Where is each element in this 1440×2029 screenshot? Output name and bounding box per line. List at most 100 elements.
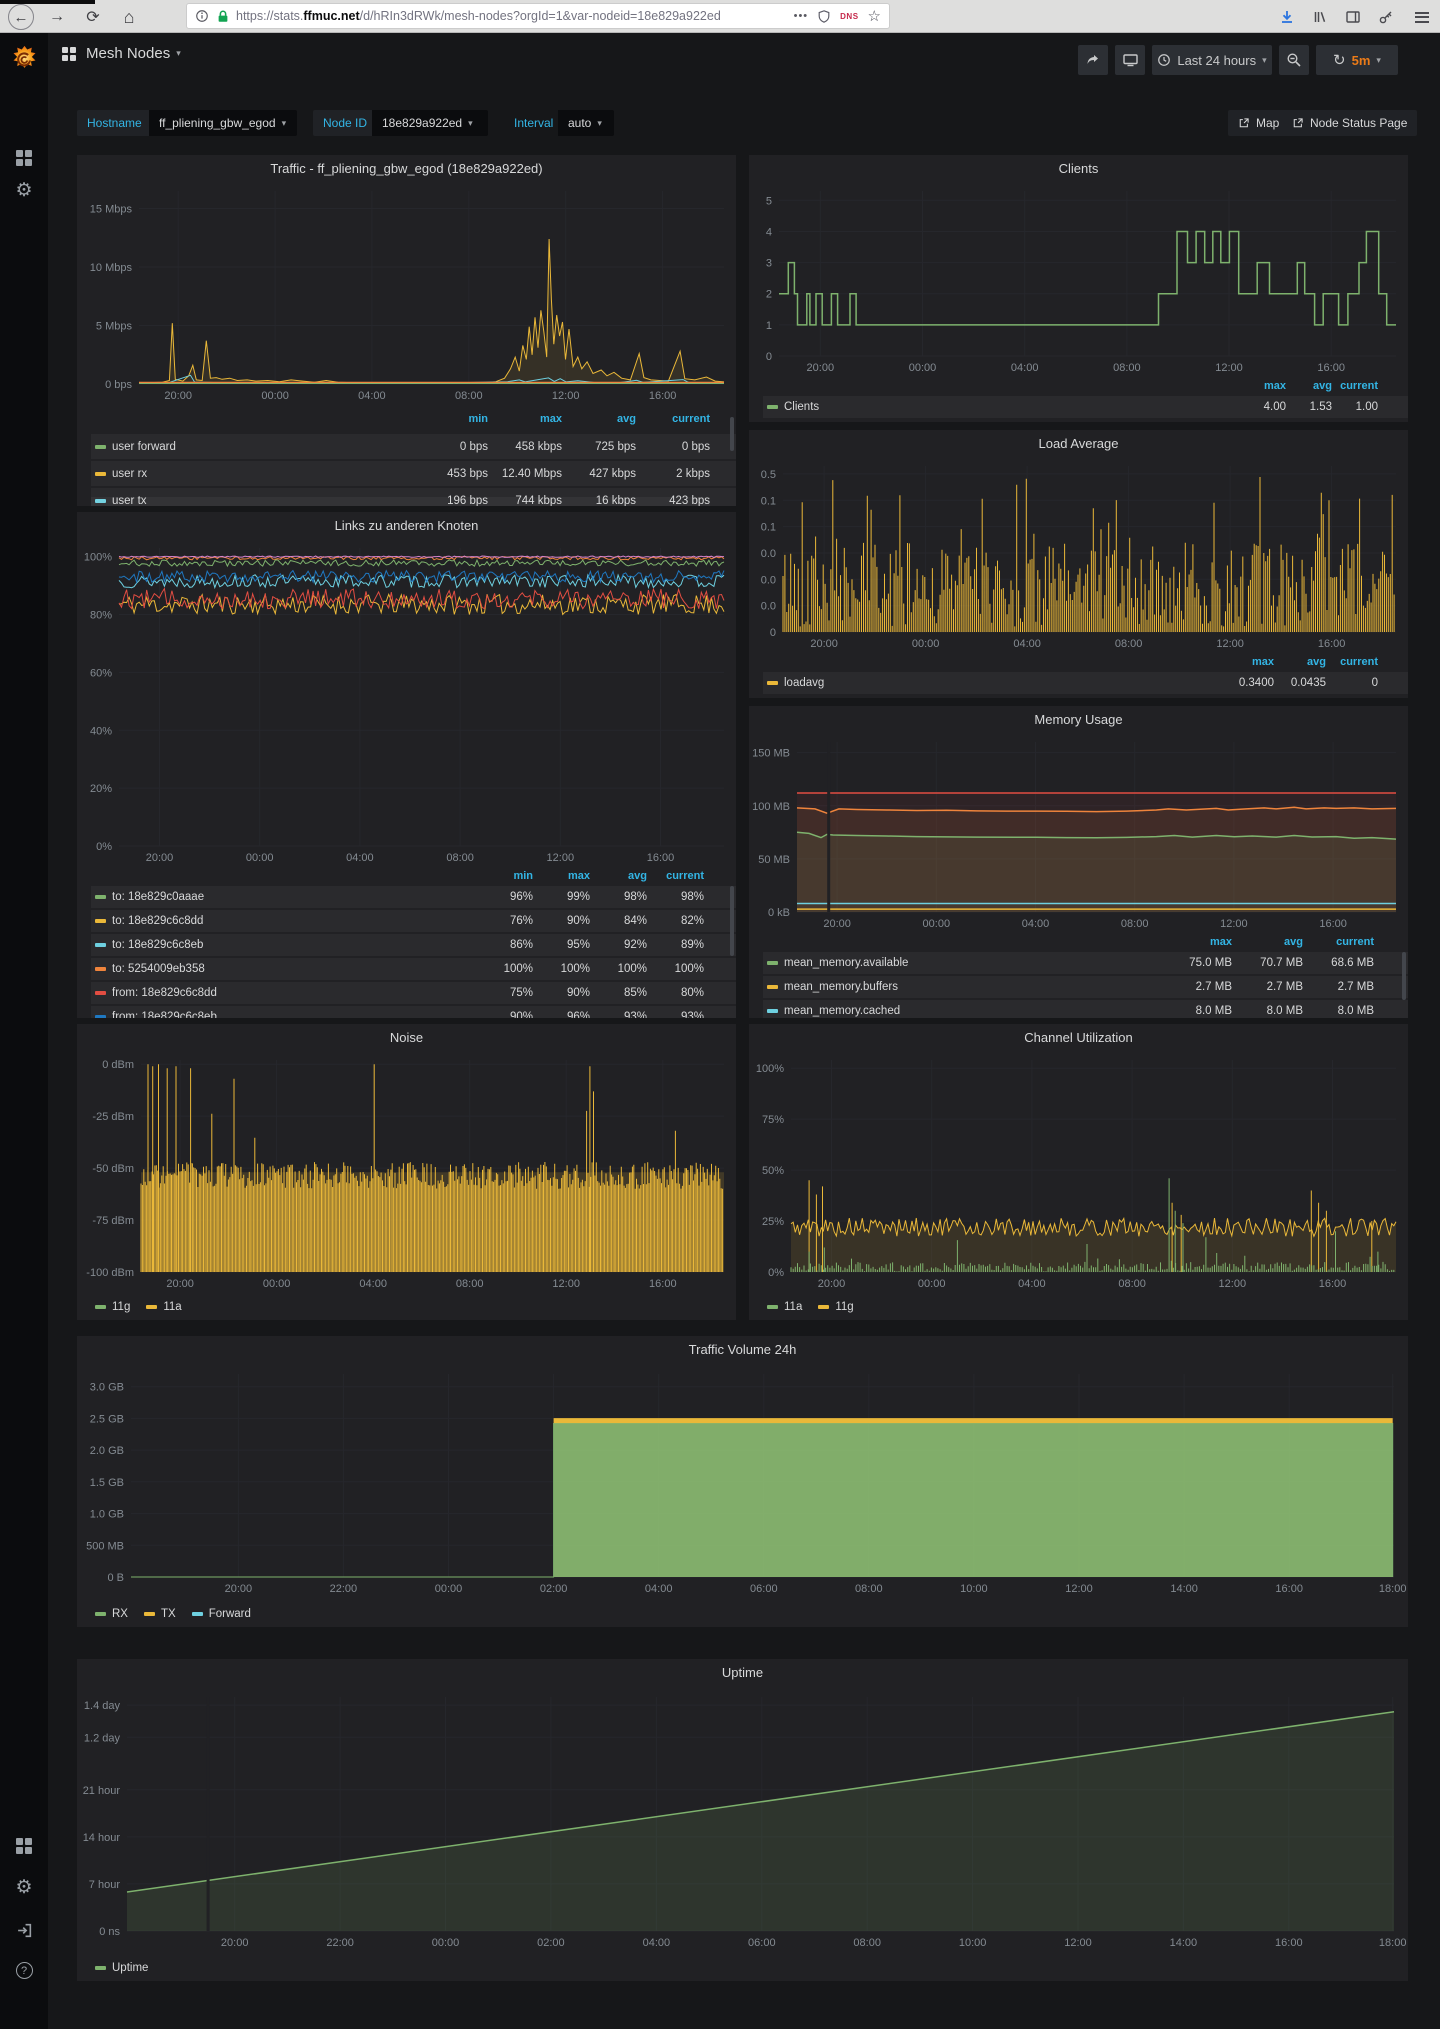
- legend-item-uptime[interactable]: Uptime: [91, 1962, 148, 1974]
- bookmark-star-icon[interactable]: ☆: [868, 7, 881, 25]
- back-button[interactable]: ←: [8, 4, 34, 30]
- var-interval-value-text: auto: [568, 116, 591, 130]
- svg-text:10 Mbps: 10 Mbps: [90, 262, 133, 274]
- var-hostname-value-text: ff_pliening_gbw_egod: [159, 116, 276, 130]
- var-nodeid-label: Node ID: [313, 110, 377, 136]
- var-hostname-value[interactable]: ff_pliening_gbw_egod▾: [149, 110, 297, 136]
- legend-scrollbar[interactable]: [730, 886, 734, 956]
- svg-text:12:00: 12:00: [1219, 1278, 1247, 1290]
- legend-row-clients[interactable]: Clients4.001.531.00: [763, 396, 1408, 418]
- clients-chart[interactable]: 54321020:0000:0004:0008:0012:0016:00: [749, 181, 1408, 378]
- legend-row-to-18e829c0aaae[interactable]: to: 18e829c0aaae96%99%98%98%: [91, 886, 736, 908]
- dns-badge[interactable]: DNS: [840, 12, 858, 21]
- grafana-logo[interactable]: [0, 44, 48, 77]
- legend-row-to-18e829c6c8eb[interactable]: to: 18e829c6c8eb86%95%92%89%: [91, 934, 736, 956]
- menu-hamburger-icon[interactable]: [1409, 4, 1435, 30]
- refresh-button[interactable]: ↻ 5m ▾: [1316, 45, 1398, 75]
- legend-row-user-forward[interactable]: user forward0 bps458 kbps725 bps0 bps: [91, 434, 736, 459]
- legend-item-11a[interactable]: 11a: [763, 1301, 802, 1313]
- var-nodeid-value[interactable]: 18e829a922ed▾: [372, 110, 488, 136]
- sidebar-panel-icon[interactable]: [1340, 4, 1366, 30]
- uptime-chart[interactable]: 1.4 day1.2 day21 hour14 hour7 hour0 ns20…: [77, 1685, 1408, 1955]
- legend-row-from-18e829c6c8eb[interactable]: from: 18e829c6c8eb90%96%93%93%: [91, 1006, 736, 1018]
- zoom-out-button[interactable]: [1279, 45, 1309, 75]
- panel-memory: Memory Usage 150 MB100 MB50 MB0 kB20:000…: [749, 706, 1408, 1018]
- var-interval-label: Interval: [504, 110, 563, 136]
- share-button[interactable]: [1078, 45, 1108, 75]
- legend-item-tx[interactable]: TX: [140, 1608, 176, 1620]
- legend-item-11g[interactable]: 11g: [91, 1301, 130, 1313]
- page-actions-icon[interactable]: •••: [794, 10, 809, 22]
- key-icon[interactable]: [1373, 4, 1399, 30]
- forward-button[interactable]: →: [44, 4, 70, 30]
- svg-text:50%: 50%: [762, 1165, 784, 1177]
- legend-row-mean-memory-available[interactable]: mean_memory.available75.0 MB70.7 MB68.6 …: [763, 952, 1408, 974]
- svg-text:0%: 0%: [96, 841, 112, 853]
- links-chart[interactable]: 100%80%60%40%20%0%20:0000:0004:0008:0012…: [77, 538, 736, 868]
- volume-chart[interactable]: 3.0 GB2.5 GB2.0 GB1.5 GB1.0 GB500 MB0 B2…: [77, 1362, 1408, 1601]
- legend-item-rx[interactable]: RX: [91, 1608, 128, 1620]
- legend-item-11a[interactable]: 11a: [142, 1301, 181, 1313]
- download-icon[interactable]: [1274, 4, 1300, 30]
- memory-chart[interactable]: 150 MB100 MB50 MB0 kB20:0000:0004:0008:0…: [749, 732, 1408, 934]
- series-color-swatch: [144, 1612, 155, 1616]
- panel-title-noise[interactable]: Noise: [77, 1024, 736, 1050]
- settings-gear-icon[interactable]: ⚙: [0, 181, 48, 200]
- svg-text:08:00: 08:00: [1121, 918, 1149, 930]
- help-icon[interactable]: ?: [0, 1962, 48, 1979]
- panel-title-traffic[interactable]: Traffic - ff_pliening_gbw_egod (18e829a9…: [77, 155, 736, 181]
- traffic-chart[interactable]: 15 Mbps10 Mbps5 Mbps0 bps20:0000:0004:00…: [77, 181, 736, 406]
- node-status-page-button[interactable]: Node Status Page: [1282, 110, 1417, 136]
- legend-item-11g[interactable]: 11g: [814, 1301, 853, 1313]
- svg-text:0 bps: 0 bps: [105, 379, 132, 391]
- channel-chart[interactable]: 100%75%50%25%0%20:0000:0004:0008:0012:00…: [749, 1050, 1408, 1294]
- svg-text:02:00: 02:00: [537, 1937, 565, 1949]
- svg-text:5: 5: [766, 195, 772, 207]
- series-color-swatch: [95, 1015, 106, 1018]
- svg-text:20:00: 20:00: [823, 918, 851, 930]
- panel-title-volume[interactable]: Traffic Volume 24h: [77, 1336, 1408, 1362]
- grafana-sidebar: ⚙ ⚙ ?: [0, 33, 48, 2029]
- panel-title-clients[interactable]: Clients: [749, 155, 1408, 181]
- legend-scrollbar[interactable]: [1402, 952, 1406, 1000]
- svg-text:06:00: 06:00: [748, 1937, 776, 1949]
- chevron-down-icon: ▾: [1262, 55, 1267, 66]
- svg-text:22:00: 22:00: [330, 1583, 358, 1595]
- noise-chart[interactable]: 0 dBm-25 dBm-50 dBm-75 dBm-100 dBm20:000…: [77, 1050, 736, 1294]
- home-button[interactable]: ⌂: [116, 4, 142, 30]
- svg-text:16:00: 16:00: [1275, 1583, 1303, 1595]
- legend-row-to-18e829c6c8dd[interactable]: to: 18e829c6c8dd76%90%84%82%: [91, 910, 736, 932]
- legend-row-loadavg[interactable]: loadavg0.34000.04350: [763, 672, 1408, 694]
- legend-item-forward[interactable]: Forward: [188, 1608, 251, 1620]
- info-icon[interactable]: [195, 9, 209, 23]
- tv-mode-button[interactable]: [1115, 45, 1145, 75]
- legend-row-to-5254009eb358[interactable]: to: 5254009eb358100%100%100%100%: [91, 958, 736, 980]
- panel-title-memory[interactable]: Memory Usage: [749, 706, 1408, 732]
- url-bar[interactable]: https://stats.ffmuc.net/d/hRIn3dRWk/mesh…: [186, 3, 890, 29]
- series-color-swatch: [95, 472, 106, 476]
- legend-row-mean-memory-buffers[interactable]: mean_memory.buffers2.7 MB2.7 MB2.7 MB: [763, 976, 1408, 998]
- svg-text:100%: 100%: [756, 1063, 784, 1075]
- dashboards-icon[interactable]: [0, 150, 48, 166]
- url-text[interactable]: https://stats.ffmuc.net/d/hRIn3dRWk/mesh…: [236, 9, 785, 23]
- dashboard-title[interactable]: Mesh Nodes ▾: [62, 45, 181, 62]
- shield-icon[interactable]: [817, 9, 831, 24]
- panel-title-links[interactable]: Links zu anderen Knoten: [77, 512, 736, 538]
- panel-title-uptime[interactable]: Uptime: [77, 1659, 1408, 1685]
- legend-scrollbar[interactable]: [730, 417, 734, 451]
- time-range-button[interactable]: Last 24 hours ▾: [1152, 45, 1272, 75]
- dashboards-icon-bottom[interactable]: [0, 1838, 48, 1854]
- legend-row-mean-memory-cached[interactable]: mean_memory.cached8.0 MB8.0 MB8.0 MB: [763, 1000, 1408, 1018]
- var-interval-value[interactable]: auto▾: [558, 110, 614, 136]
- map-link-button[interactable]: Map: [1228, 110, 1289, 136]
- legend-row-user-rx[interactable]: user rx453 bps12.40 Mbps427 kbps2 kbps: [91, 461, 736, 486]
- panel-title-loadavg[interactable]: Load Average: [749, 430, 1408, 456]
- settings-gear-icon-bottom[interactable]: ⚙: [0, 1878, 48, 1897]
- reload-button[interactable]: ⟳: [80, 4, 106, 30]
- library-icon[interactable]: [1307, 4, 1333, 30]
- legend-row-from-18e829c6c8dd[interactable]: from: 18e829c6c8dd75%90%85%80%: [91, 982, 736, 1004]
- sign-in-icon[interactable]: [0, 1922, 48, 1939]
- svg-text:5 Mbps: 5 Mbps: [96, 321, 133, 333]
- lock-icon[interactable]: [216, 9, 230, 24]
- loadavg-chart[interactable]: 0.50.10.10.00.00.0020:0000:0004:0008:001…: [749, 456, 1408, 654]
